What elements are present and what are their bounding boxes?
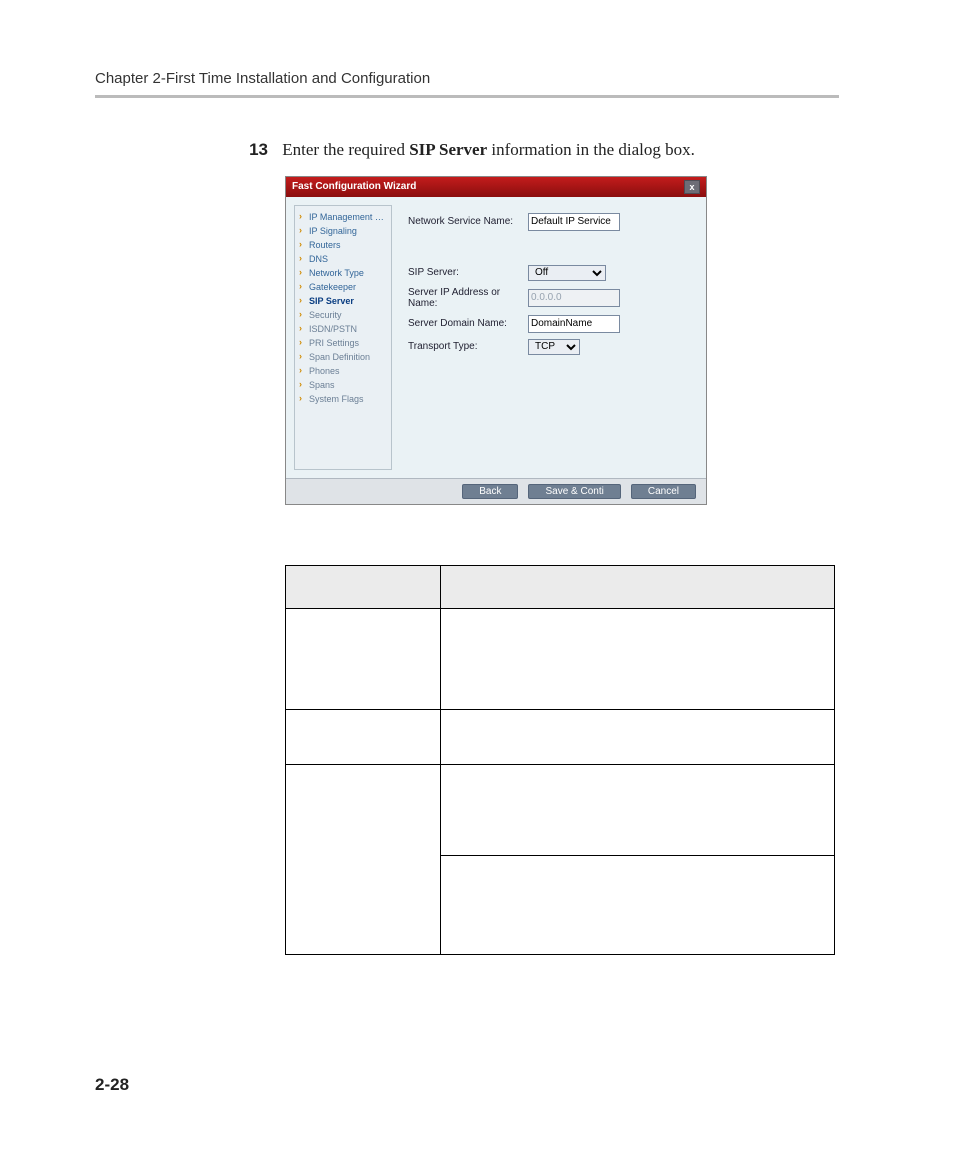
domain-name-label: Server Domain Name: [408, 318, 528, 329]
dialog-footer: Back Save & Conti Cancel [286, 478, 706, 504]
wizard-nav-item[interactable]: System Flags [295, 392, 391, 406]
wizard-nav-item[interactable]: Span Definition [295, 350, 391, 364]
server-ip-label: Server IP Address or Name: [408, 287, 528, 309]
step-instruction: 13 Enter the required SIP Server informa… [240, 138, 839, 162]
step-text-tail: information in the dialog box. [487, 140, 695, 159]
header-rule [95, 95, 839, 98]
description-table [285, 565, 835, 955]
wizard-form: Network Service Name: SIP Server: Off Se… [402, 205, 698, 470]
running-head: Chapter 2-First Time Installation and Co… [95, 70, 839, 87]
service-name-input[interactable] [528, 213, 620, 231]
wizard-nav-item[interactable]: DNS [295, 252, 391, 266]
back-button[interactable]: Back [462, 484, 518, 499]
table-header-row [286, 565, 835, 608]
service-name-label: Network Service Name: [408, 216, 528, 227]
table-row [286, 709, 835, 764]
dialog-title: Fast Configuration Wizard [292, 181, 416, 192]
domain-name-input[interactable] [528, 315, 620, 333]
table-header-cell [441, 565, 835, 608]
wizard-nav-item[interactable]: Spans [295, 378, 391, 392]
wizard-nav-item[interactable]: Gatekeeper [295, 280, 391, 294]
table-header-cell [286, 565, 441, 608]
wizard-nav-item[interactable]: Routers [295, 238, 391, 252]
step-text-lead: Enter the required [282, 140, 409, 159]
wizard-nav-item[interactable]: SIP Server [295, 294, 391, 308]
dialog-window: Fast Configuration Wizard x IP Managemen… [285, 176, 707, 505]
transport-type-label: Transport Type: [408, 341, 528, 352]
wizard-nav: IP Management ServiceIP SignalingRouters… [294, 205, 392, 470]
wizard-nav-item[interactable]: Phones [295, 364, 391, 378]
save-continue-button[interactable]: Save & Conti [528, 484, 620, 499]
sip-server-select[interactable]: Off [528, 265, 606, 281]
screenshot-figure: Fast Configuration Wizard x IP Managemen… [285, 176, 839, 505]
table-row [286, 764, 835, 855]
transport-type-select[interactable]: TCP [528, 339, 580, 355]
page-number: 2-28 [95, 1075, 129, 1095]
step-number: 13 [240, 138, 268, 162]
wizard-nav-item[interactable]: IP Signaling [295, 224, 391, 238]
wizard-nav-item[interactable]: PRI Settings [295, 336, 391, 350]
step-text-bold: SIP Server [409, 140, 487, 159]
cancel-button[interactable]: Cancel [631, 484, 696, 499]
wizard-nav-item[interactable]: Security [295, 308, 391, 322]
wizard-nav-item[interactable]: ISDN/PSTN [295, 322, 391, 336]
server-ip-input[interactable] [528, 289, 620, 307]
wizard-nav-item[interactable]: Network Type [295, 266, 391, 280]
table-row [286, 608, 835, 709]
dialog-titlebar: Fast Configuration Wizard x [286, 177, 706, 197]
wizard-nav-item[interactable]: IP Management Service [295, 210, 391, 224]
close-icon[interactable]: x [684, 180, 700, 194]
sip-server-label: SIP Server: [408, 267, 528, 278]
